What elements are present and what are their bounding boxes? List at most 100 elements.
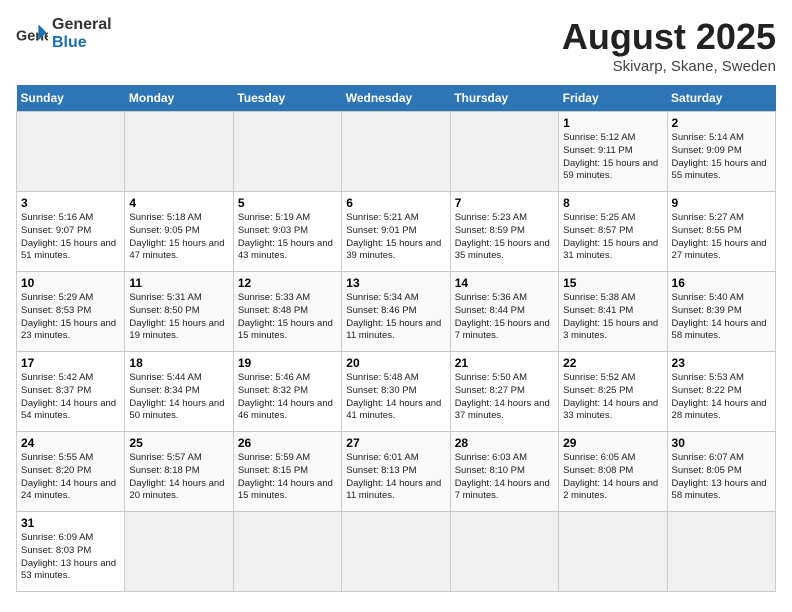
day-cell: 3Sunrise: 5:16 AM Sunset: 9:07 PM Daylig… [17, 192, 125, 272]
day-info: Sunrise: 5:52 AM Sunset: 8:25 PM Dayligh… [563, 372, 662, 423]
day-cell: 6 Sunrise: 5:21 AM Sunset: 9:01 PM Daylig… [342, 192, 450, 272]
day-cell: 17 Sunrise: 5:42 AM Sunset: 8:37 PM Dayli… [17, 352, 125, 432]
day-info: Sunrise: 5:18 AM Sunset: 9:05 PM Dayligh… [129, 212, 228, 263]
weekday-header-thursday: Thursday [450, 85, 558, 112]
day-info: Sunrise: 5:59 AM Sunset: 8:15 PM Dayligh… [238, 452, 337, 503]
day-info: Sunrise: 5:29 AM Sunset: 8:53 PM Dayligh… [21, 292, 120, 343]
day-info: Sunrise: 5:42 AM Sunset: 8:37 PM Dayligh… [21, 372, 120, 423]
day-cell: 5Sunrise: 5:19 AM Sunset: 9:03 PM Daylig… [233, 192, 341, 272]
day-info: Sunrise: 5:53 AM Sunset: 8:22 PM Dayligh… [672, 372, 771, 423]
day-cell: 24 Sunrise: 5:55 AM Sunset: 8:20 PM Dayli… [17, 432, 125, 512]
logo: General General Blue [16, 16, 112, 51]
day-info: Sunrise: 5:57 AM Sunset: 8:18 PM Dayligh… [129, 452, 228, 503]
day-cell: 30Sunrise: 6:07 AM Sunset: 8:05 PM Dayli… [667, 432, 775, 512]
day-number: 29 [563, 436, 662, 450]
day-number: 10 [21, 276, 120, 290]
week-row-5: 31Sunrise: 6:09 AM Sunset: 8:03 PM Dayli… [17, 512, 776, 592]
day-number: 11 [129, 276, 228, 290]
day-cell: 20 Sunrise: 5:48 AM Sunset: 8:30 PM Dayli… [342, 352, 450, 432]
day-number: 25 [129, 436, 228, 450]
weekday-header-monday: Monday [125, 85, 233, 112]
day-cell [125, 112, 233, 192]
day-number: 17 [21, 356, 120, 370]
day-number: 30 [672, 436, 771, 450]
day-number: 2 [672, 116, 771, 130]
day-cell [342, 512, 450, 592]
day-cell: 14 Sunrise: 5:36 AM Sunset: 8:44 PM Dayli… [450, 272, 558, 352]
day-number: 23 [672, 356, 771, 370]
day-cell: 12Sunrise: 5:33 AM Sunset: 8:48 PM Dayli… [233, 272, 341, 352]
title-area: August 2025 Skivarp, Skane, Sweden [562, 16, 776, 75]
day-number: 22 [563, 356, 662, 370]
day-number: 16 [672, 276, 771, 290]
day-number: 6 [346, 196, 445, 210]
day-cell: 13 Sunrise: 5:34 AM Sunset: 8:46 PM Dayli… [342, 272, 450, 352]
day-number: 14 [455, 276, 554, 290]
day-cell: 25 Sunrise: 5:57 AM Sunset: 8:18 PM Dayli… [125, 432, 233, 512]
calendar-title: August 2025 [562, 16, 776, 58]
day-info: Sunrise: 5:34 AM Sunset: 8:46 PM Dayligh… [346, 292, 445, 343]
day-info: Sunrise: 6:01 AM Sunset: 8:13 PM Dayligh… [346, 452, 445, 503]
day-info: Sunrise: 5:38 AM Sunset: 8:41 PM Dayligh… [563, 292, 662, 343]
weekday-header-wednesday: Wednesday [342, 85, 450, 112]
day-number: 24 [21, 436, 120, 450]
day-cell: 8Sunrise: 5:25 AM Sunset: 8:57 PM Daylig… [559, 192, 667, 272]
week-row-2: 10 Sunrise: 5:29 AM Sunset: 8:53 PM Dayli… [17, 272, 776, 352]
day-number: 13 [346, 276, 445, 290]
day-info: Sunrise: 5:19 AM Sunset: 9:03 PM Dayligh… [238, 212, 337, 263]
day-number: 7 [455, 196, 554, 210]
day-number: 12 [238, 276, 337, 290]
day-cell: 18Sunrise: 5:44 AM Sunset: 8:34 PM Dayli… [125, 352, 233, 432]
day-info: Sunrise: 5:44 AM Sunset: 8:34 PM Dayligh… [129, 372, 228, 423]
day-number: 1 [563, 116, 662, 130]
day-number: 21 [455, 356, 554, 370]
week-row-0: 1Sunrise: 5:12 AM Sunset: 9:11 PM Daylig… [17, 112, 776, 192]
day-cell: 31Sunrise: 6:09 AM Sunset: 8:03 PM Dayli… [17, 512, 125, 592]
day-cell: 27 Sunrise: 6:01 AM Sunset: 8:13 PM Dayli… [342, 432, 450, 512]
day-info: Sunrise: 5:14 AM Sunset: 9:09 PM Dayligh… [672, 132, 771, 183]
day-cell: 9Sunrise: 5:27 AM Sunset: 8:55 PM Daylig… [667, 192, 775, 272]
day-cell: 28 Sunrise: 6:03 AM Sunset: 8:10 PM Dayli… [450, 432, 558, 512]
day-info: Sunrise: 6:03 AM Sunset: 8:10 PM Dayligh… [455, 452, 554, 503]
day-info: Sunrise: 5:48 AM Sunset: 8:30 PM Dayligh… [346, 372, 445, 423]
day-cell: 22 Sunrise: 5:52 AM Sunset: 8:25 PM Dayli… [559, 352, 667, 432]
day-info: Sunrise: 5:23 AM Sunset: 8:59 PM Dayligh… [455, 212, 554, 263]
day-info: Sunrise: 5:40 AM Sunset: 8:39 PM Dayligh… [672, 292, 771, 343]
day-number: 26 [238, 436, 337, 450]
day-cell: 16 Sunrise: 5:40 AM Sunset: 8:39 PM Dayli… [667, 272, 775, 352]
day-cell [342, 112, 450, 192]
day-info: Sunrise: 6:05 AM Sunset: 8:08 PM Dayligh… [563, 452, 662, 503]
day-info: Sunrise: 5:21 AM Sunset: 9:01 PM Dayligh… [346, 212, 445, 263]
day-info: Sunrise: 5:36 AM Sunset: 8:44 PM Dayligh… [455, 292, 554, 343]
calendar-subtitle: Skivarp, Skane, Sweden [562, 58, 776, 75]
day-cell: 1Sunrise: 5:12 AM Sunset: 9:11 PM Daylig… [559, 112, 667, 192]
week-row-1: 3Sunrise: 5:16 AM Sunset: 9:07 PM Daylig… [17, 192, 776, 272]
weekday-header-tuesday: Tuesday [233, 85, 341, 112]
day-number: 20 [346, 356, 445, 370]
day-info: Sunrise: 5:27 AM Sunset: 8:55 PM Dayligh… [672, 212, 771, 263]
logo-blue: Blue [52, 34, 112, 52]
day-number: 4 [129, 196, 228, 210]
day-cell [450, 512, 558, 592]
day-cell [17, 112, 125, 192]
day-cell: 29 Sunrise: 6:05 AM Sunset: 8:08 PM Dayli… [559, 432, 667, 512]
day-cell [667, 512, 775, 592]
logo-icon: General [16, 18, 48, 50]
day-info: Sunrise: 5:55 AM Sunset: 8:20 PM Dayligh… [21, 452, 120, 503]
day-info: Sunrise: 5:31 AM Sunset: 8:50 PM Dayligh… [129, 292, 228, 343]
day-info: Sunrise: 5:50 AM Sunset: 8:27 PM Dayligh… [455, 372, 554, 423]
day-cell: 23 Sunrise: 5:53 AM Sunset: 8:22 PM Dayli… [667, 352, 775, 432]
day-cell [450, 112, 558, 192]
weekday-header-friday: Friday [559, 85, 667, 112]
day-number: 27 [346, 436, 445, 450]
weekday-header-saturday: Saturday [667, 85, 775, 112]
day-number: 8 [563, 196, 662, 210]
logo-general: General [52, 16, 112, 34]
day-cell: 19Sunrise: 5:46 AM Sunset: 8:32 PM Dayli… [233, 352, 341, 432]
day-number: 15 [563, 276, 662, 290]
day-cell: 4 Sunrise: 5:18 AM Sunset: 9:05 PM Daylig… [125, 192, 233, 272]
day-cell [233, 112, 341, 192]
day-info: Sunrise: 5:46 AM Sunset: 8:32 PM Dayligh… [238, 372, 337, 423]
day-info: Sunrise: 6:09 AM Sunset: 8:03 PM Dayligh… [21, 532, 120, 583]
day-number: 28 [455, 436, 554, 450]
